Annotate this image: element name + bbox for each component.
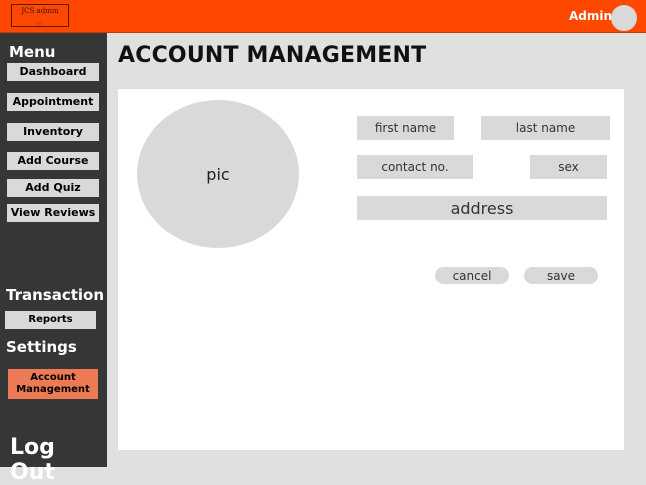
sidebar-item-add-course[interactable]: Add Course [7, 152, 99, 170]
logo-text: JCS admin [21, 7, 59, 15]
sidebar-item-inventory[interactable]: Inventory [7, 123, 99, 141]
top-bar: JCS admin ♡ Admin [0, 0, 646, 33]
profile-picture[interactable]: pic [137, 100, 299, 248]
first-name-field[interactable]: first name [357, 116, 454, 140]
settings-title: Settings [6, 338, 77, 356]
sidebar-item-add-quiz[interactable]: Add Quiz [7, 179, 99, 197]
sex-field[interactable]: sex [530, 155, 607, 179]
address-field[interactable]: address [357, 196, 607, 220]
address-placeholder: address [450, 198, 514, 218]
sex-placeholder: sex [558, 160, 579, 174]
page-title: ACCOUNT MANAGEMENT [118, 43, 427, 68]
first-name-placeholder: first name [374, 121, 437, 135]
cancel-button[interactable]: cancel [435, 267, 509, 284]
last-name-placeholder: last name [515, 121, 576, 135]
sidebar: Menu Dashboard Appointment Inventory Add… [0, 33, 107, 485]
contact-field[interactable]: contact no. [357, 155, 473, 179]
sidebar-item-view-reviews[interactable]: View Reviews [7, 204, 99, 222]
pic-label: pic [206, 164, 230, 184]
sidebar-item-appointment[interactable]: Appointment [7, 93, 99, 111]
heart-icon: ♡ [36, 21, 43, 29]
admin-label[interactable]: Admin [569, 9, 612, 23]
logo[interactable]: JCS admin ♡ [11, 4, 69, 29]
last-name-field[interactable]: last name [481, 116, 610, 140]
avatar[interactable] [611, 5, 637, 31]
sidebar-item-dashboard[interactable]: Dashboard [7, 63, 99, 81]
logout-button[interactable]: Log Out [10, 435, 107, 485]
contact-placeholder: contact no. [381, 160, 449, 174]
sidebar-item-reports[interactable]: Reports [5, 311, 96, 329]
save-button[interactable]: save [524, 267, 598, 284]
transaction-title: Transaction [6, 286, 105, 304]
menu-title: Menu [9, 43, 56, 61]
sidebar-item-account-management[interactable]: Account Management [8, 369, 98, 399]
